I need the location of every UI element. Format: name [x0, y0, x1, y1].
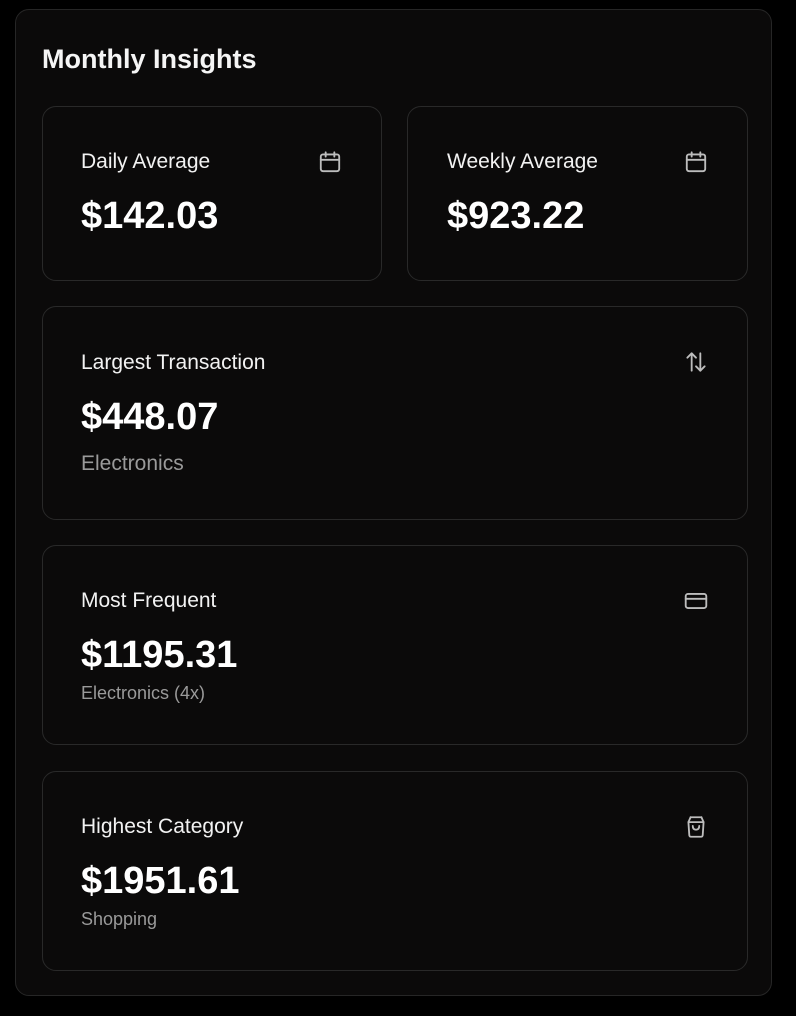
card-subtitle: Electronics (4x) [81, 683, 206, 703]
calendar-icon [683, 149, 709, 175]
panel-title: Monthly Insights [42, 44, 257, 74]
card-value: $1195.31 [81, 634, 238, 676]
card-subtitle: Electronics [81, 452, 184, 475]
card-value: $923.22 [447, 195, 585, 237]
card-value: $448.07 [81, 396, 219, 438]
largest-transaction-card: Largest Transaction $448.07 Electronics [42, 306, 748, 520]
calendar-icon [317, 149, 343, 175]
highest-category-card: Highest Category $1951.61 Shopping [42, 771, 748, 971]
most-frequent-card: Most Frequent $1195.31 Electronics (4x) [42, 545, 748, 745]
card-label: Largest Transaction [81, 351, 266, 374]
arrows-up-down-icon [683, 349, 709, 375]
weekly-average-card: Weekly Average $923.22 [407, 106, 748, 281]
shopping-bag-icon [683, 814, 709, 840]
monthly-insights-panel: Monthly Insights Daily Average $142.03 W… [15, 9, 772, 996]
credit-card-icon [683, 588, 709, 614]
daily-average-card: Daily Average $142.03 [42, 106, 382, 281]
card-value: $1951.61 [81, 860, 240, 902]
card-label: Daily Average [81, 150, 211, 173]
card-label: Highest Category [81, 815, 244, 838]
card-label: Weekly Average [447, 150, 598, 173]
card-label: Most Frequent [81, 589, 217, 612]
card-subtitle: Shopping [81, 909, 158, 929]
card-value: $142.03 [81, 195, 219, 237]
